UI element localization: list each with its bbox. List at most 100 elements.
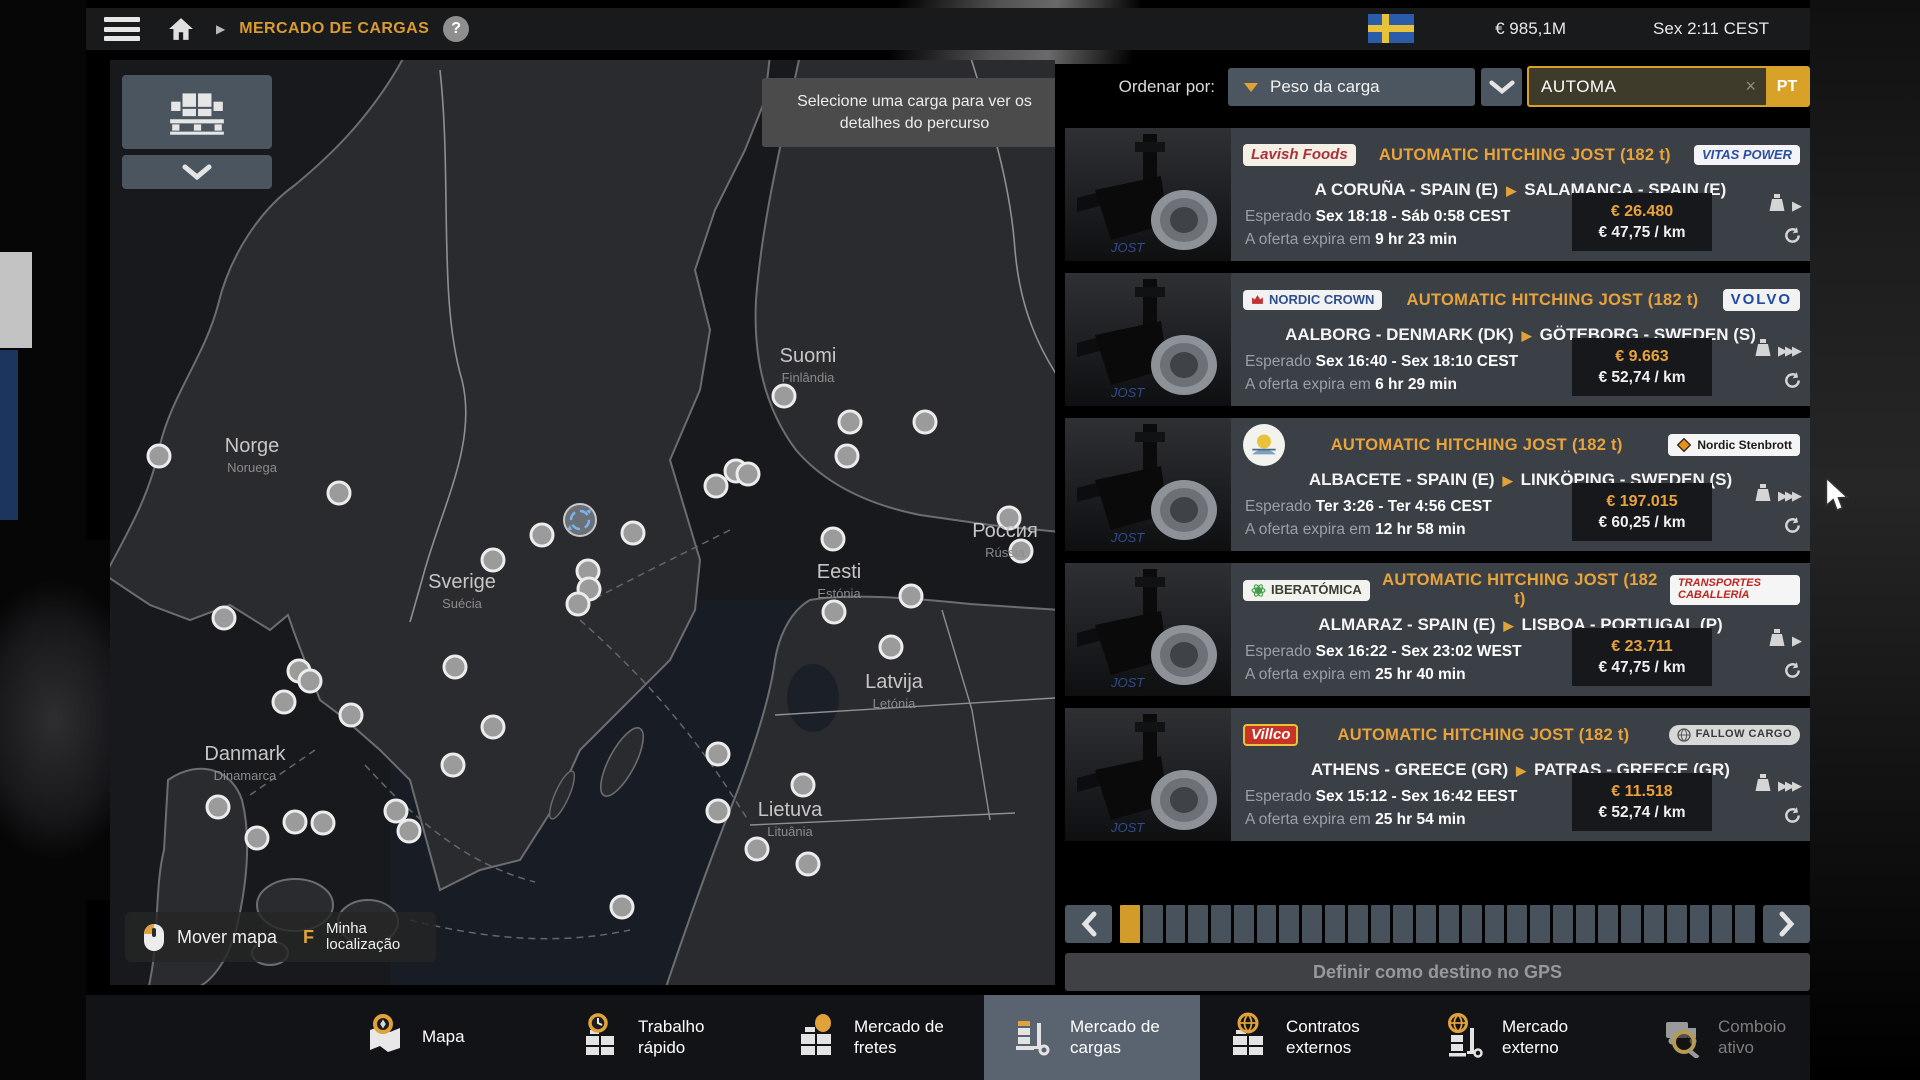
chevron-left-icon bbox=[1080, 911, 1098, 937]
page-tick-23[interactable] bbox=[1621, 905, 1641, 943]
cargo-offer-card[interactable]: JOST IBERATÓMICA AUTOMATIC HITCHING JOST… bbox=[1065, 563, 1810, 696]
city-marker[interactable] bbox=[246, 827, 268, 849]
cargo-rate-per-km: € 47,75 / km bbox=[1598, 659, 1685, 677]
city-marker[interactable] bbox=[398, 820, 420, 842]
city-marker[interactable] bbox=[792, 774, 814, 796]
city-marker[interactable] bbox=[531, 524, 553, 546]
set-gps-destination-button[interactable]: Definir como destino no GPS bbox=[1065, 953, 1810, 991]
city-marker[interactable] bbox=[328, 482, 350, 504]
city-marker[interactable] bbox=[442, 754, 464, 776]
page-tick-13[interactable] bbox=[1393, 905, 1413, 943]
page-tick-26[interactable] bbox=[1690, 905, 1710, 943]
page-tick-6[interactable] bbox=[1234, 905, 1254, 943]
city-marker[interactable] bbox=[839, 411, 861, 433]
page-tick-14[interactable] bbox=[1416, 905, 1436, 943]
next-page-button[interactable] bbox=[1763, 905, 1810, 943]
page-tick-1[interactable] bbox=[1120, 905, 1140, 943]
sender-company-logo: Villco bbox=[1243, 724, 1298, 746]
city-marker[interactable] bbox=[340, 704, 362, 726]
search-input[interactable]: AUTOMA bbox=[1529, 77, 1735, 97]
sort-direction-button[interactable] bbox=[1481, 68, 1522, 106]
page-tick-11[interactable] bbox=[1348, 905, 1368, 943]
home-icon[interactable] bbox=[168, 17, 194, 41]
nav-label: Mercado externo bbox=[1502, 1017, 1606, 1057]
page-tick-20[interactable] bbox=[1553, 905, 1573, 943]
city-marker[interactable] bbox=[737, 463, 759, 485]
city-marker[interactable] bbox=[213, 607, 235, 629]
nav-item-map[interactable]: Mapa bbox=[336, 995, 552, 1080]
my-location-hint[interactable]: Minha localização bbox=[326, 921, 418, 954]
trailer-type-expand-button[interactable] bbox=[122, 155, 272, 189]
cargo-offer-card[interactable]: JOST AUTOMATIC HITCHING JOST (182 t) Nor… bbox=[1065, 418, 1810, 551]
city-marker[interactable] bbox=[823, 601, 845, 623]
city-marker[interactable] bbox=[707, 743, 729, 765]
page-tick-10[interactable] bbox=[1325, 905, 1345, 943]
sort-dropdown[interactable]: Peso da carga bbox=[1228, 68, 1475, 106]
city-marker[interactable] bbox=[822, 528, 844, 550]
page-tick-9[interactable] bbox=[1302, 905, 1322, 943]
page-tick-15[interactable] bbox=[1439, 905, 1459, 943]
cargo-offer-card[interactable]: JOST NORDIC CROWN AUTOMATIC HITCHING JOS… bbox=[1065, 273, 1810, 406]
city-marker[interactable] bbox=[707, 800, 729, 822]
city-marker[interactable] bbox=[622, 522, 644, 544]
city-marker[interactable] bbox=[880, 636, 902, 658]
menu-icon[interactable] bbox=[104, 17, 140, 41]
city-marker[interactable] bbox=[148, 445, 170, 467]
city-marker[interactable] bbox=[207, 796, 229, 818]
city-marker[interactable] bbox=[567, 593, 589, 615]
help-icon[interactable]: ? bbox=[443, 16, 469, 42]
city-marker[interactable] bbox=[284, 811, 306, 833]
page-tick-28[interactable] bbox=[1735, 905, 1755, 943]
page-tick-21[interactable] bbox=[1576, 905, 1596, 943]
city-marker[interactable] bbox=[482, 716, 504, 738]
page-tick-25[interactable] bbox=[1667, 905, 1687, 943]
cargo-offer-card[interactable]: JOST Lavish Foods AUTOMATIC HITCHING JOS… bbox=[1065, 128, 1810, 261]
city-marker[interactable] bbox=[312, 812, 334, 834]
search-field[interactable]: AUTOMA × PT bbox=[1527, 66, 1810, 107]
city-marker[interactable] bbox=[705, 475, 727, 497]
city-marker[interactable] bbox=[273, 691, 295, 713]
city-marker[interactable] bbox=[482, 549, 504, 571]
page-tick-16[interactable] bbox=[1462, 905, 1482, 943]
city-marker[interactable] bbox=[900, 585, 922, 607]
city-marker[interactable] bbox=[611, 896, 633, 918]
page-tick-7[interactable] bbox=[1257, 905, 1277, 943]
page-tick-8[interactable] bbox=[1279, 905, 1299, 943]
page-tick-3[interactable] bbox=[1166, 905, 1186, 943]
cargo-offer-card[interactable]: JOST Villco AUTOMATIC HITCHING JOST (182… bbox=[1065, 708, 1810, 841]
page-tick-17[interactable] bbox=[1485, 905, 1505, 943]
nav-item-cargo-market[interactable]: Mercado de cargas bbox=[984, 995, 1200, 1080]
map-panel[interactable]: NorgeNoruegaSverigeSuéciaSuomiFinlândiaE… bbox=[110, 60, 1055, 985]
prev-page-button[interactable] bbox=[1065, 905, 1112, 943]
cargo-title: AUTOMATIC HITCHING JOST (182 t) bbox=[1356, 146, 1694, 165]
city-marker[interactable] bbox=[914, 411, 936, 433]
page-tick-19[interactable] bbox=[1530, 905, 1550, 943]
page-tick-4[interactable] bbox=[1188, 905, 1208, 943]
nav-item-quick-job[interactable]: Trabalho rápido bbox=[552, 995, 768, 1080]
page-tick-22[interactable] bbox=[1598, 905, 1618, 943]
city-marker[interactable] bbox=[797, 853, 819, 875]
clear-search-icon[interactable]: × bbox=[1735, 76, 1766, 97]
sender-company-logo: IBERATÓMICA bbox=[1243, 580, 1370, 601]
page-tick-27[interactable] bbox=[1712, 905, 1732, 943]
trailer-type-button[interactable] bbox=[122, 75, 272, 149]
page-tick-5[interactable] bbox=[1211, 905, 1231, 943]
select-cargo-message: Selecione uma carga para ver os detalhes… bbox=[762, 78, 1055, 147]
city-marker[interactable] bbox=[444, 656, 466, 678]
page-tick-18[interactable] bbox=[1507, 905, 1527, 943]
page-tick-24[interactable] bbox=[1644, 905, 1664, 943]
city-marker[interactable] bbox=[746, 838, 768, 860]
page-tick-2[interactable] bbox=[1143, 905, 1163, 943]
nav-item-freight-market[interactable]: Mercado de fretes bbox=[768, 995, 984, 1080]
nav-item-external-market[interactable]: Mercado externo bbox=[1416, 995, 1632, 1080]
route-arrow-icon: ▶ bbox=[1504, 618, 1514, 633]
language-button[interactable]: PT bbox=[1766, 68, 1808, 105]
city-marker[interactable] bbox=[773, 385, 795, 407]
city-marker[interactable] bbox=[385, 800, 407, 822]
nav-label: Mercado de fretes bbox=[854, 1017, 958, 1057]
city-marker[interactable] bbox=[836, 445, 858, 467]
page-tick-12[interactable] bbox=[1371, 905, 1391, 943]
city-marker[interactable] bbox=[299, 670, 321, 692]
scene-right-truck bbox=[1810, 0, 1920, 1080]
nav-item-external-contracts[interactable]: Contratos externos bbox=[1200, 995, 1416, 1080]
